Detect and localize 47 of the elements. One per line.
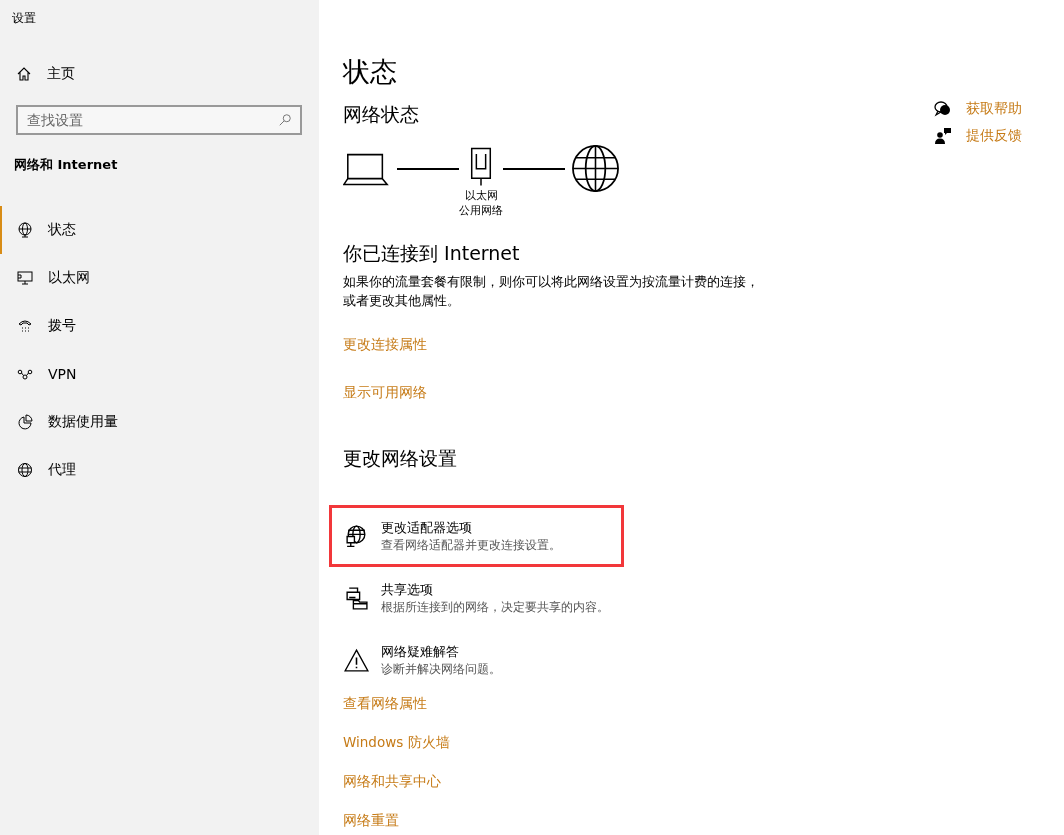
monitor-icon — [17, 270, 33, 286]
search-icon — [278, 113, 292, 127]
settings-link[interactable]: 查看网络属性 — [343, 692, 427, 714]
globe-icon — [17, 462, 33, 478]
printer-folder-icon — [344, 585, 369, 611]
connection-heading: 你已连接到 Internet — [343, 241, 520, 266]
nav-item[interactable]: 数据使用量 — [0, 398, 317, 446]
settings-link[interactable]: 显示可用网络 — [343, 378, 427, 406]
settings-option[interactable]: 共享选项 根据所连接到的网络，决定要共享的内容。 — [329, 567, 624, 629]
window-title: 设置 — [11, 10, 37, 27]
pie-chart-icon — [17, 414, 33, 430]
option-title: 共享选项 — [381, 581, 434, 599]
nav-item[interactable]: 以太网 — [0, 254, 317, 302]
adapter-name: 以太网 — [464, 188, 498, 203]
option-title: 网络疑难解答 — [381, 643, 460, 661]
home-icon — [16, 66, 32, 82]
help-link[interactable]: 获取帮助 — [934, 100, 1022, 118]
section-heading: 网络和 Internet — [14, 156, 119, 174]
search-field[interactable]: 查找设置 — [16, 105, 302, 135]
settings-option[interactable]: 更改适配器选项 查看网络适配器并更改连接设置。 — [329, 505, 624, 567]
phone-icon — [17, 318, 33, 334]
nav-item[interactable]: 拨号 — [0, 302, 317, 350]
settings-link[interactable]: 更改连接属性 — [343, 330, 427, 358]
globe-monitor-icon — [17, 222, 33, 238]
connection-description: 如果你的流量套餐有限制，则你可以将此网络设置为按流量计费的连接，或者更改其他属性。 — [343, 273, 760, 310]
settings-link[interactable]: Windows 防火墙 — [343, 731, 450, 753]
chat-question-icon — [934, 100, 952, 118]
settings-option[interactable]: 网络疑难解答 诊断并解决网络问题。 — [329, 629, 624, 691]
option-description: 查看网络适配器并更改连接设置。 — [381, 537, 561, 554]
settings-link[interactable]: 网络重置 — [343, 809, 399, 831]
nav-item[interactable]: VPN — [0, 350, 317, 398]
person-chat-icon — [934, 127, 952, 145]
option-title: 更改适配器选项 — [381, 519, 473, 537]
globe-icon — [571, 144, 620, 193]
network-type: 公用网络 — [459, 203, 503, 218]
laptop-icon — [343, 152, 391, 188]
help-link[interactable]: 提供反馈 — [934, 127, 1022, 145]
option-description: 诊断并解决网络问题。 — [381, 661, 501, 678]
home-link[interactable]: 主页 — [16, 64, 319, 84]
option-description: 根据所连接到的网络，决定要共享的内容。 — [381, 599, 609, 616]
section-heading: 网络状态 — [343, 102, 419, 127]
page-title: 状态 — [343, 55, 397, 89]
section-heading: 更改网络设置 — [343, 446, 457, 471]
ethernet-port-icon — [468, 146, 494, 188]
nav-item[interactable]: 代理 — [0, 446, 317, 494]
settings-link[interactable]: 网络和共享中心 — [343, 770, 441, 792]
warning-icon — [344, 647, 369, 673]
